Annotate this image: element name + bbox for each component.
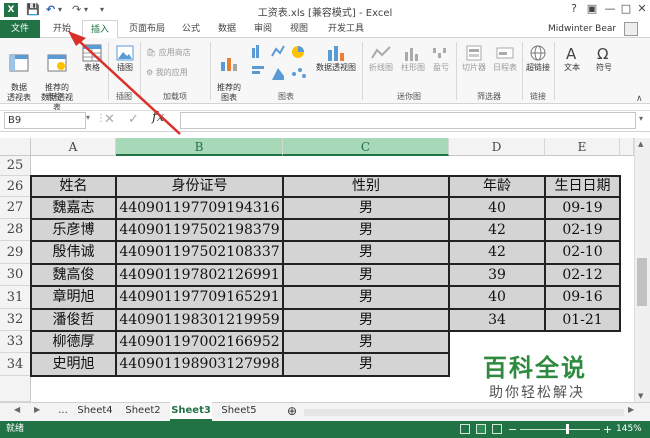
excel-window: { "title":"工资表.xls [兼容模式] - Excel", "qui… [0,0,650,438]
annotation-arrow [68,31,181,135]
